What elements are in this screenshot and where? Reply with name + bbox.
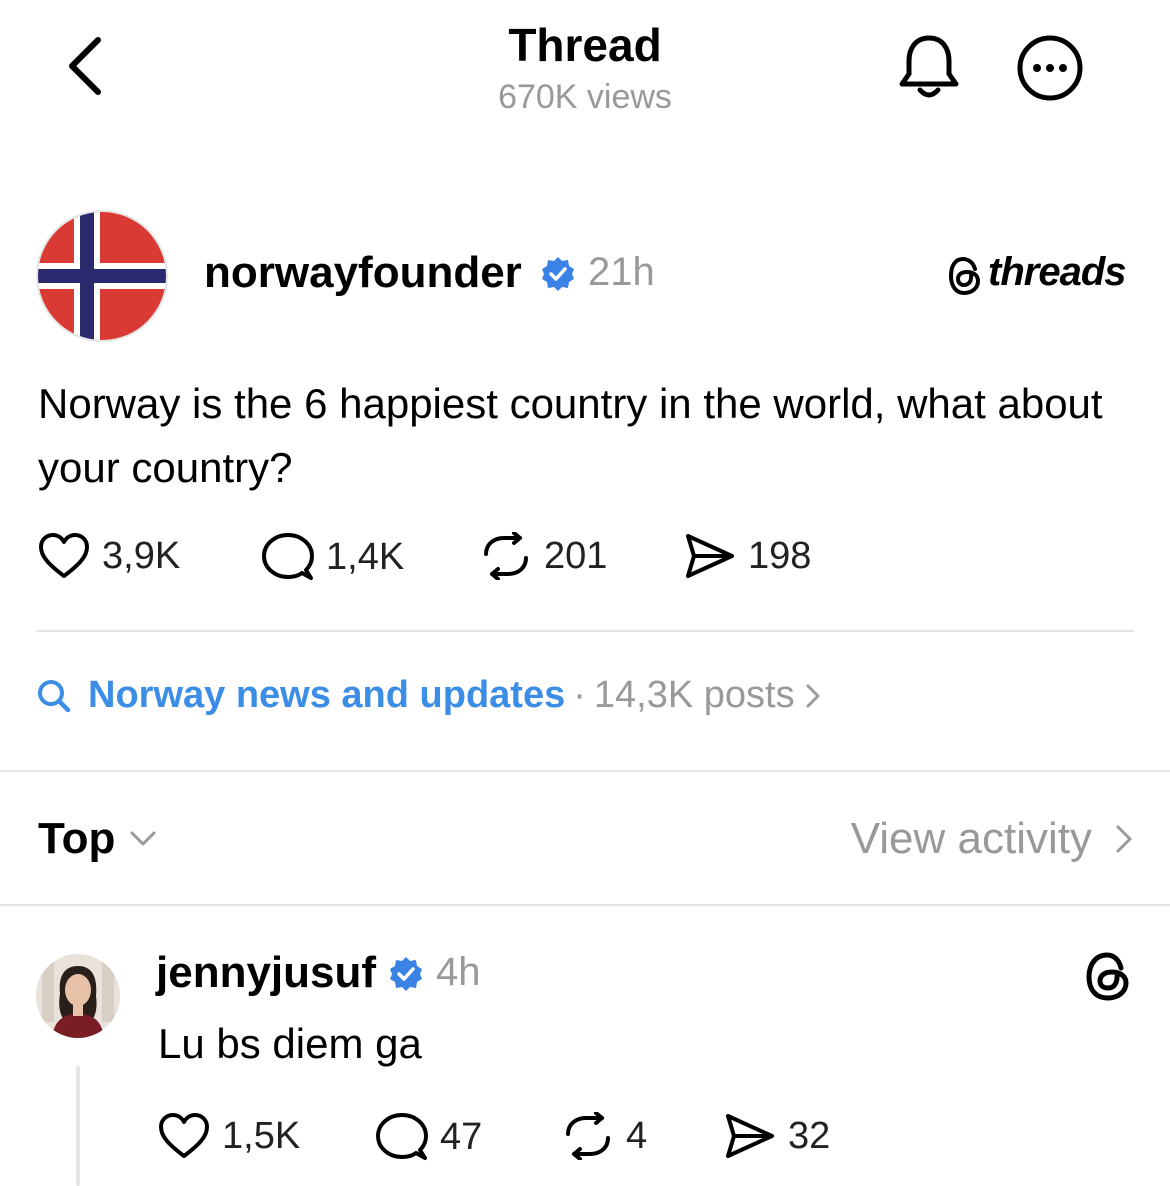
verified-badge-icon <box>390 957 422 991</box>
view-activity-label: View activity <box>850 814 1092 863</box>
reply-comment-button[interactable]: 47 <box>376 1112 482 1162</box>
topic-post-count: 14,3K posts <box>593 674 795 716</box>
view-count: 670K views <box>498 78 672 116</box>
search-icon <box>38 679 71 712</box>
reply-repost-count: 4 <box>626 1115 648 1157</box>
chevron-right-icon <box>806 684 820 707</box>
threads-brand: threads <box>946 250 1136 298</box>
reply-share-button[interactable]: 32 <box>724 1112 830 1160</box>
reply-author-avatar[interactable] <box>36 954 120 1038</box>
share-button[interactable]: 198 <box>684 532 811 580</box>
post-body: Norway is the 6 happiest country in the … <box>38 380 1103 491</box>
like-button[interactable]: 3,9K <box>38 532 180 580</box>
reply-share-count: 32 <box>788 1115 831 1157</box>
notifications-button[interactable] <box>890 28 968 106</box>
reply-button[interactable]: 1,4K <box>262 532 404 582</box>
reply-count: 1,4K <box>326 536 405 578</box>
chevron-down-icon <box>130 831 156 846</box>
topic-link[interactable]: Norway news and updates · 14,3K posts <box>36 674 823 717</box>
comment-bubble-icon <box>262 533 314 580</box>
threads-logo-icon <box>948 256 981 296</box>
more-dots-icon <box>1017 35 1083 101</box>
reply-comment-count: 47 <box>440 1116 483 1158</box>
comment-bubble-icon <box>376 1113 428 1160</box>
reply-username[interactable]: jennyjusuf <box>156 948 376 998</box>
post-timestamp: 21h <box>588 250 655 294</box>
repost-icon <box>566 1112 610 1160</box>
bell-icon <box>899 35 959 98</box>
more-options-button[interactable] <box>1012 30 1088 106</box>
chevron-right-icon <box>1116 825 1132 853</box>
share-count: 198 <box>748 535 812 577</box>
sort-label: Top <box>38 814 116 863</box>
send-icon <box>726 1114 774 1158</box>
reply-like-button[interactable]: 1,5K <box>158 1112 300 1160</box>
thread-connector-line <box>76 1066 80 1186</box>
page-title: Thread <box>508 19 662 71</box>
like-count: 3,9K <box>102 535 181 577</box>
threads-logo <box>1082 950 1134 1002</box>
reply-body: Lu bs diem ga <box>158 1020 422 1067</box>
user-photo-avatar <box>36 954 120 1038</box>
author-username[interactable]: norwayfounder <box>204 248 522 298</box>
norway-flag-avatar <box>38 212 166 340</box>
threads-wordmark: threads <box>988 250 1126 294</box>
reply-repost-button[interactable]: 4 <box>562 1112 647 1160</box>
reply-like-count: 1,5K <box>222 1115 301 1157</box>
heart-icon <box>159 1113 209 1158</box>
topic-separator: · <box>573 674 586 716</box>
send-icon <box>686 534 734 578</box>
reply-timestamp: 4h <box>436 950 481 994</box>
verified-badge-icon <box>542 257 574 291</box>
threads-logo-icon <box>1086 952 1129 1001</box>
divider <box>36 630 1134 632</box>
section-divider <box>0 770 1170 772</box>
sort-dropdown[interactable]: Top <box>38 814 157 864</box>
author-avatar[interactable] <box>36 210 168 342</box>
repost-icon <box>484 532 528 580</box>
heart-icon <box>39 533 89 578</box>
repost-count: 201 <box>544 535 608 577</box>
section-divider <box>0 904 1170 906</box>
view-activity-link[interactable]: View activity <box>851 814 1134 864</box>
repost-button[interactable]: 201 <box>480 532 607 580</box>
topic-name: Norway news and updates <box>88 674 566 716</box>
